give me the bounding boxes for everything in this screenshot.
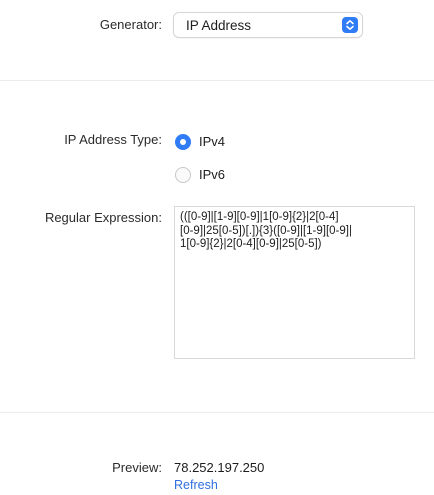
regex-textarea[interactable]: (([0-9]|[1-9][0-9]|1[0-9]{2}|2[0-4] [0-9… [174, 206, 415, 359]
ip-type-label: IP Address Type: [64, 132, 162, 147]
generator-popup[interactable]: IP Address [173, 12, 363, 38]
divider [0, 80, 434, 81]
regex-text: (([0-9]|[1-9][0-9]|1[0-9]{2}|2[0-4] [0-9… [180, 211, 352, 250]
regex-label: Regular Expression: [44, 210, 162, 225]
ipv6-label: IPv6 [199, 167, 226, 182]
generator-selected-value: IP Address [186, 18, 252, 33]
preview-value: 78.252.197.250 [174, 460, 265, 475]
chevron-updown-icon [342, 17, 358, 33]
ipv6-radio[interactable] [175, 167, 191, 183]
refresh-button[interactable]: Refresh [174, 478, 218, 492]
divider [0, 412, 434, 413]
preview-label: Preview: [112, 460, 162, 475]
ipv4-label: IPv4 [199, 134, 226, 149]
generator-label: Generator: [99, 17, 162, 32]
ipv4-radio[interactable] [175, 134, 191, 150]
